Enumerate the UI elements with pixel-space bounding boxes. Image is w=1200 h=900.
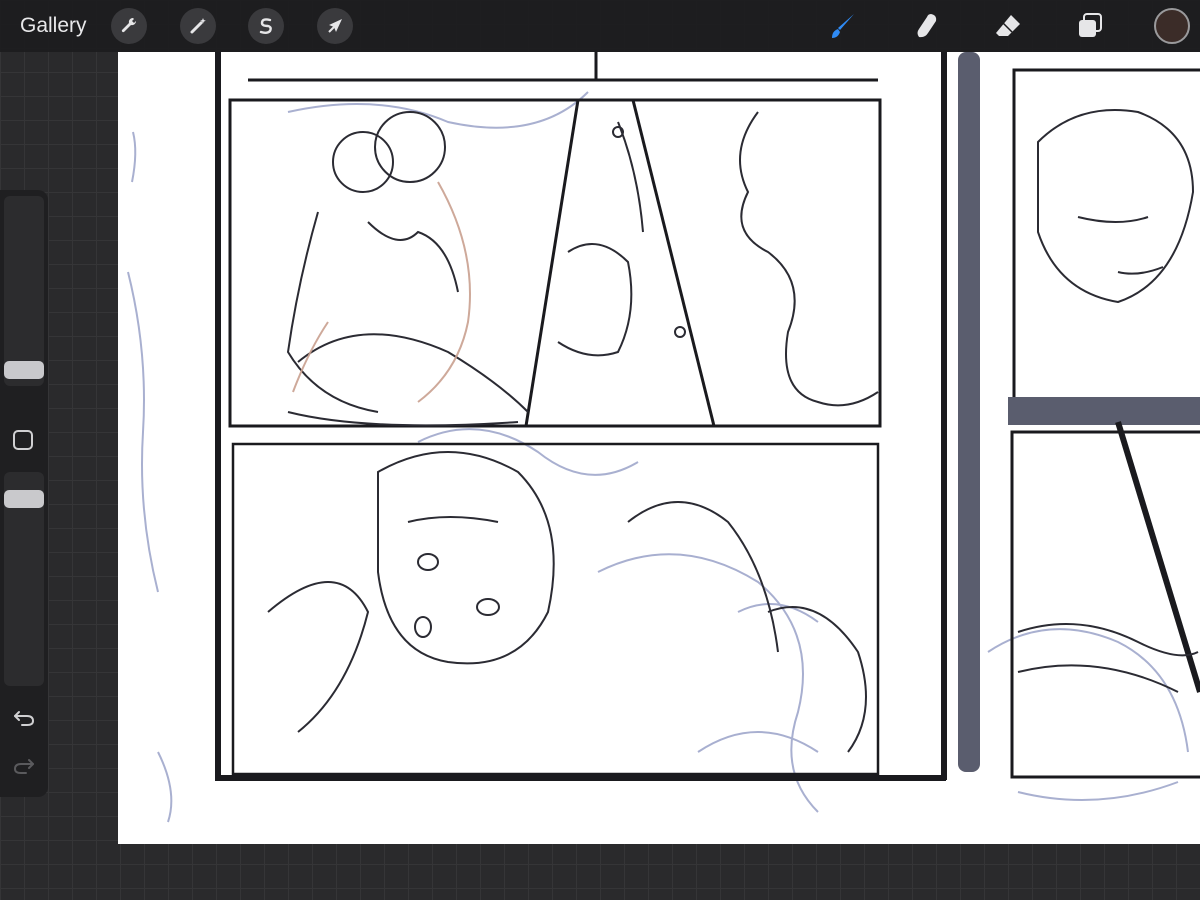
eraser-tool-button[interactable] bbox=[990, 8, 1026, 44]
top-toolbar: Gallery bbox=[0, 0, 1200, 52]
transform-button[interactable] bbox=[317, 8, 353, 44]
brush-icon bbox=[832, 14, 854, 38]
layers-button[interactable] bbox=[1072, 8, 1108, 44]
eraser-icon bbox=[996, 15, 1020, 36]
undo-button[interactable] bbox=[10, 706, 38, 730]
right-page-panels bbox=[958, 52, 1200, 779]
brush-tool-button[interactable] bbox=[825, 8, 861, 44]
drawing-canvas[interactable] bbox=[118, 52, 1200, 844]
actions-button[interactable] bbox=[111, 8, 147, 44]
left-sidebar bbox=[0, 190, 48, 797]
redo-arrow-icon bbox=[13, 759, 34, 774]
selection-button[interactable] bbox=[248, 8, 284, 44]
smudge-finger-icon bbox=[917, 14, 937, 38]
modify-button[interactable] bbox=[13, 430, 33, 450]
panel-borders bbox=[215, 52, 947, 781]
smudge-tool-button[interactable] bbox=[908, 8, 944, 44]
layers-icon bbox=[1079, 13, 1102, 37]
color-picker-button[interactable] bbox=[1154, 8, 1190, 44]
brush-size-thumb[interactable] bbox=[4, 361, 44, 379]
arrow-cursor-icon bbox=[328, 19, 342, 33]
accent-sketch-layer bbox=[292, 181, 471, 403]
undo-arrow-icon bbox=[14, 711, 35, 726]
redo-button[interactable] bbox=[10, 754, 38, 778]
adjustments-button[interactable] bbox=[180, 8, 216, 44]
selection-s-icon bbox=[259, 18, 272, 34]
gallery-button[interactable]: Gallery bbox=[20, 12, 87, 40]
brush-size-slider[interactable] bbox=[4, 196, 44, 386]
comic-page-sketch bbox=[127, 52, 1200, 823]
opacity-slider[interactable] bbox=[4, 472, 44, 686]
magic-wand-icon bbox=[190, 18, 206, 34]
opacity-thumb[interactable] bbox=[4, 490, 44, 508]
wrench-icon bbox=[121, 17, 137, 33]
